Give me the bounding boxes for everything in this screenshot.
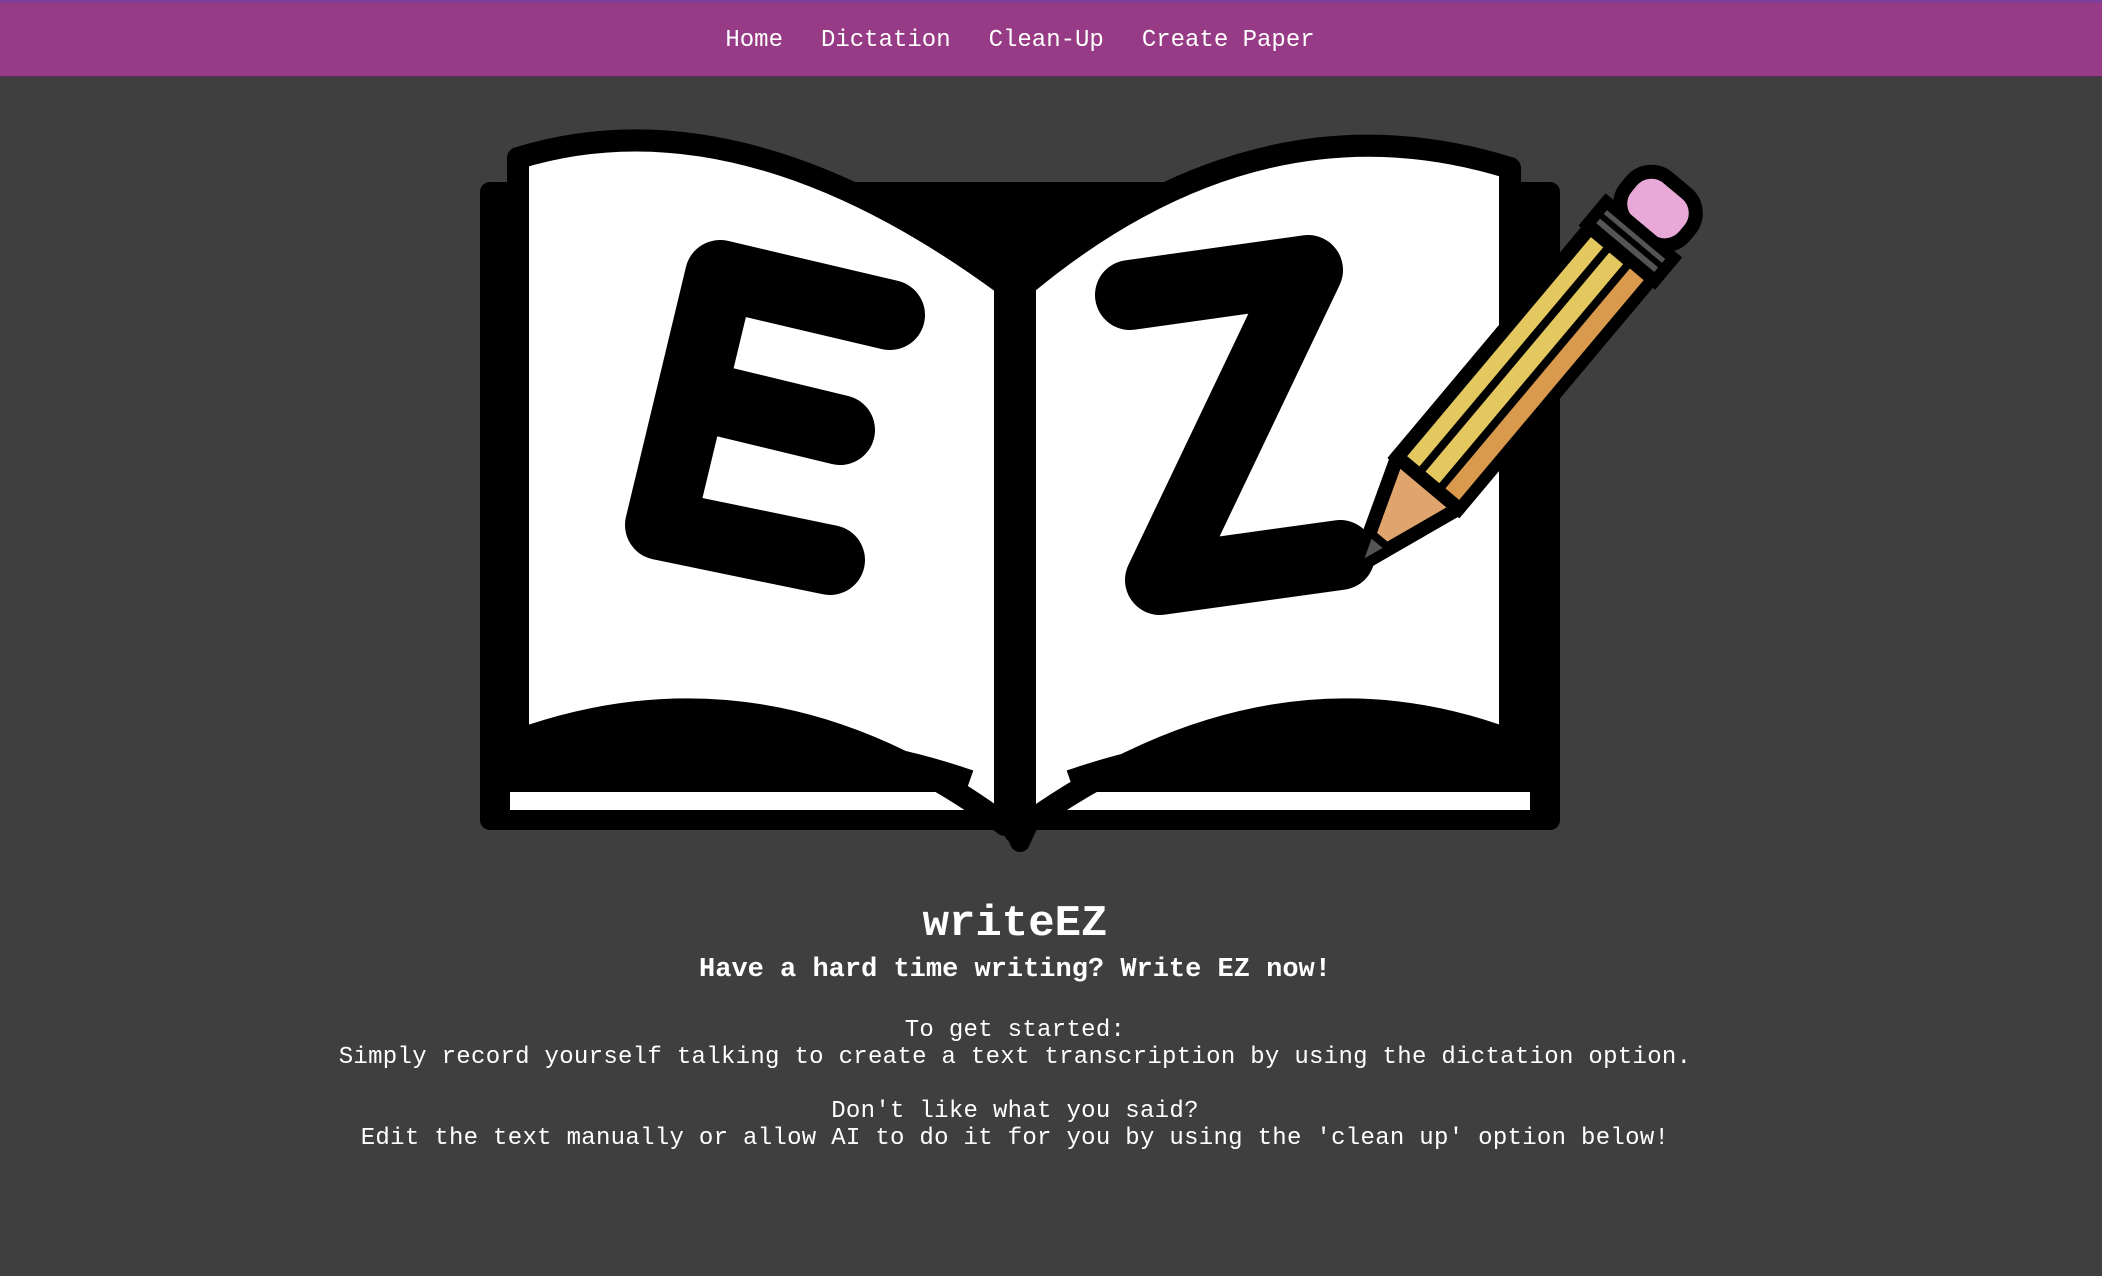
- nav-home-link[interactable]: Home: [725, 27, 783, 54]
- nav-clean-up-link[interactable]: Clean-Up: [989, 27, 1104, 54]
- tagline: Have a hard time writing? Write EZ now!: [699, 955, 1331, 985]
- main-nav: Home Dictation Clean-Up Create Paper: [0, 3, 2040, 77]
- get-started-text: Simply record yourself talking to create…: [338, 1044, 1692, 1071]
- writeez-logo: [470, 120, 1750, 860]
- nav-create-paper-link[interactable]: Create Paper: [1142, 27, 1315, 54]
- open-book-icon: [480, 129, 1703, 852]
- dislike-heading: Don't like what you said?: [831, 1098, 1199, 1125]
- dislike-text: Edit the text manually or allow AI to do…: [360, 1125, 1670, 1152]
- nav-dictation-link[interactable]: Dictation: [821, 27, 951, 54]
- top-navigation-bar: Home Dictation Clean-Up Create Paper: [0, 0, 2102, 77]
- get-started-heading: To get started:: [904, 1017, 1126, 1044]
- page-title: writeEZ: [922, 899, 1108, 949]
